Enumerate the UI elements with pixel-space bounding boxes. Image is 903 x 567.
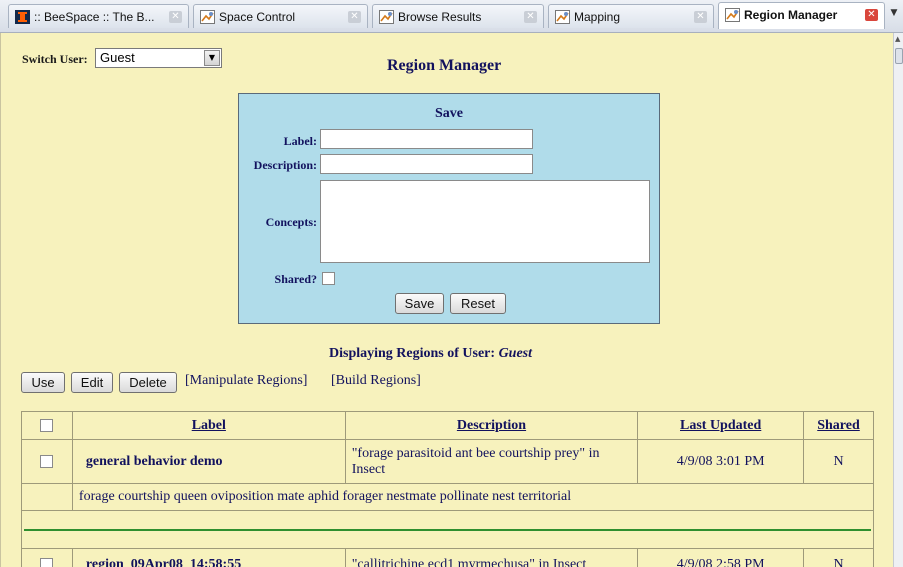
region-label[interactable]: region_09Apr08_14:58:55 bbox=[71, 548, 346, 567]
tab-space-control[interactable]: Space Control ✕ bbox=[193, 4, 368, 28]
concepts-field-label: Concepts: bbox=[265, 215, 317, 229]
select-all-cell bbox=[21, 411, 73, 440]
site-favicon-icon bbox=[15, 10, 30, 24]
scroll-up-icon[interactable]: ▲ bbox=[895, 35, 900, 43]
close-icon[interactable]: ✕ bbox=[348, 11, 361, 23]
row-checkbox[interactable] bbox=[40, 454, 54, 468]
column-header-label[interactable]: Label bbox=[71, 411, 346, 440]
close-icon[interactable]: ✕ bbox=[524, 11, 537, 23]
switch-user-value: Guest bbox=[100, 50, 135, 65]
region-shared: N bbox=[803, 548, 874, 567]
manipulate-regions-link[interactable]: [Manipulate Regions] bbox=[185, 373, 307, 389]
column-header-description[interactable]: Description bbox=[344, 411, 639, 440]
use-button[interactable]: Use bbox=[21, 372, 65, 393]
description-field-label: Description: bbox=[253, 158, 317, 172]
region-last-updated: 4/9/08 3:01 PM bbox=[637, 439, 805, 484]
table-row: general behavior demo "forage parasitoid… bbox=[21, 439, 874, 484]
tab-region-manager[interactable]: Region Manager ✕ bbox=[718, 2, 885, 29]
shared-field-label: Shared? bbox=[274, 272, 317, 286]
tab-beespace-home[interactable]: :: BeeSpace :: The B... ✕ bbox=[8, 4, 189, 28]
close-icon[interactable]: ✕ bbox=[169, 11, 182, 23]
table-header-row: Label Description Last Updated Shared bbox=[21, 411, 874, 440]
reset-button[interactable]: Reset bbox=[450, 293, 506, 314]
regions-table: Label Description Last Updated Shared ge… bbox=[21, 411, 875, 567]
region-description: "forage parasitoid ant bee courtship pre… bbox=[344, 439, 639, 484]
label-field-label: Label: bbox=[283, 134, 317, 148]
beespace-icon bbox=[379, 10, 394, 24]
vertical-scrollbar[interactable]: ▲ bbox=[893, 33, 903, 567]
close-icon[interactable]: ✕ bbox=[865, 9, 878, 21]
save-form-title: Save bbox=[435, 106, 463, 121]
concepts-spacer-cell bbox=[21, 483, 73, 511]
page-title: Region Manager bbox=[387, 57, 502, 74]
region-description: "callitrichine ecd1 myrmechusa" in Insec… bbox=[344, 548, 639, 567]
region-last-updated: 4/9/08 2:58 PM bbox=[637, 548, 805, 567]
row-checkbox[interactable] bbox=[40, 557, 54, 567]
row-select-cell bbox=[21, 439, 73, 484]
divider-cell bbox=[21, 510, 874, 549]
beespace-icon bbox=[555, 10, 570, 24]
column-header-shared[interactable]: Shared bbox=[803, 411, 874, 440]
label-input[interactable] bbox=[320, 129, 533, 149]
tab-title: Region Manager bbox=[744, 8, 838, 22]
tab-title: :: BeeSpace :: The B... bbox=[34, 10, 155, 24]
delete-button[interactable]: Delete bbox=[119, 372, 177, 393]
table-divider-row bbox=[21, 510, 874, 549]
close-icon[interactable]: ✕ bbox=[694, 11, 707, 23]
tab-list-dropdown-icon[interactable]: ▼ bbox=[887, 8, 901, 24]
save-region-form: Save Label: Description: Concepts: Share… bbox=[238, 93, 660, 324]
regions-heading-user: Guest bbox=[498, 346, 533, 361]
switch-user-label: Switch User: bbox=[22, 52, 88, 66]
tab-title: Mapping bbox=[574, 10, 621, 24]
tab-mapping[interactable]: Mapping ✕ bbox=[548, 4, 714, 28]
switch-user-select[interactable]: Guest ▼ bbox=[95, 48, 222, 68]
row-select-cell bbox=[21, 548, 73, 567]
tab-title: Space Control bbox=[219, 10, 296, 24]
edit-button[interactable]: Edit bbox=[71, 372, 113, 393]
region-label[interactable]: general behavior demo bbox=[71, 439, 346, 484]
row-divider bbox=[24, 528, 871, 531]
save-button[interactable]: Save bbox=[395, 293, 444, 314]
region-manager-page: Switch User: Guest ▼ Region Manager Save… bbox=[0, 33, 893, 567]
description-input[interactable] bbox=[320, 154, 533, 174]
table-row-concepts: forage courtship queen oviposition mate … bbox=[21, 483, 875, 511]
scrollbar-thumb[interactable] bbox=[895, 48, 903, 64]
tab-browse-results[interactable]: Browse Results ✕ bbox=[372, 4, 544, 28]
shared-checkbox[interactable] bbox=[322, 272, 335, 285]
column-header-last-updated[interactable]: Last Updated bbox=[637, 411, 805, 440]
tab-title: Browse Results bbox=[398, 10, 482, 24]
table-row: region_09Apr08_14:58:55 "callitrichine e… bbox=[21, 548, 874, 567]
beespace-icon bbox=[725, 8, 740, 22]
select-all-checkbox[interactable] bbox=[40, 418, 54, 432]
chevron-down-icon[interactable]: ▼ bbox=[204, 50, 220, 66]
regions-heading: Displaying Regions of User: Guest bbox=[329, 346, 532, 362]
browser-tab-bar: :: BeeSpace :: The B... ✕ Space Control … bbox=[0, 0, 903, 33]
region-shared: N bbox=[803, 439, 874, 484]
build-regions-link[interactable]: [Build Regions] bbox=[331, 373, 421, 389]
concepts-textarea[interactable] bbox=[320, 180, 650, 263]
regions-heading-text: Displaying Regions of User: bbox=[329, 346, 496, 361]
beespace-icon bbox=[200, 10, 215, 24]
region-concepts: forage courtship queen oviposition mate … bbox=[71, 483, 875, 511]
